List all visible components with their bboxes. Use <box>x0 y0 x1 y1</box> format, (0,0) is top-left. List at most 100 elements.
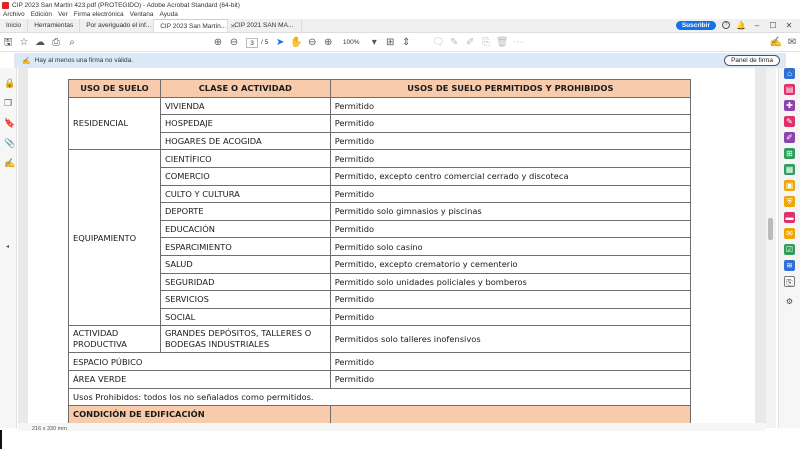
signature-panel-button[interactable]: Panel de firma <box>724 55 780 66</box>
upload-cloud-icon[interactable]: ☁ <box>32 34 48 52</box>
section-header-empty-cell <box>329 405 692 423</box>
tab-document-1[interactable]: Por averiguado el inf... <box>80 19 155 32</box>
vertical-scrollbar[interactable] <box>766 68 776 428</box>
scan-ocr-icon[interactable]: ▣ <box>784 180 795 191</box>
tab-home[interactable]: Inicio <box>0 19 29 32</box>
fill-sign-icon[interactable]: ✍ <box>768 34 784 52</box>
signature-icon[interactable]: ✍ <box>4 158 15 169</box>
tab-tools[interactable]: Herramientas <box>28 19 81 32</box>
tab-document-3-label: CIP 2021 SAN MA... <box>234 22 294 29</box>
menu-archivo[interactable]: Archivo <box>3 11 25 18</box>
table-row: SERVICIOS Permitido <box>69 290 692 309</box>
activity-cell: SERVICIOS <box>159 290 331 309</box>
document-canvas[interactable]: USO DE SUELO CLASE O ACTIVIDAD USOS DE S… <box>18 68 766 423</box>
tab-document-3[interactable]: CIP 2021 SAN MA... <box>228 19 303 32</box>
scroll-mode-icon[interactable]: ⇕ <box>398 34 414 52</box>
signature-status-bar: ✍ Hay al menos una firma no válida. Pane… <box>14 53 786 68</box>
highlight-icon[interactable]: ✎ <box>446 34 462 52</box>
bookmark-star-icon[interactable]: ☆ <box>16 34 32 52</box>
category-cell: EQUIPAMIENTO <box>68 149 161 327</box>
acrobat-logo-icon <box>2 1 9 9</box>
fit-page-icon[interactable]: ⊞ <box>382 34 398 52</box>
table-row: ACTIVIDAD PRODUCTIVA GRANDES DEPÓSITOS, … <box>68 325 692 354</box>
zoom-out-icon[interactable]: ⊖ <box>304 34 320 52</box>
maximize-icon[interactable]: ☐ <box>768 21 778 30</box>
category-cell: ÁREA VERDE <box>68 369 331 389</box>
stamp-icon[interactable]: ⎘ <box>478 34 494 52</box>
activity-cell: EDUCACIÓN <box>159 219 331 239</box>
bookmark-icon[interactable]: 🔖 <box>4 118 15 129</box>
main-toolbar: 🖫 ☆ ☁ ⎙ ⌕ ⊕ ⊖ 3 / 5 ➤ ✋ ⊖ ⊕ 100% ▾ ⊞ ⇕ 🗨… <box>0 34 800 52</box>
export-pdf-icon[interactable]: ▤ <box>784 84 795 95</box>
edit-pdf-icon[interactable]: ✎ <box>784 116 795 127</box>
title-bar: CIP 2023 San Martín 423.pdf (PROTEGIDO) … <box>0 0 800 10</box>
zoom-level[interactable]: 100% <box>336 39 366 46</box>
table-row: SOCIAL Permitido <box>69 307 692 327</box>
activity-cell: SEGURIDAD <box>159 272 331 292</box>
more-tools-icon[interactable]: ⋯ <box>510 34 526 52</box>
scrollbar-thumb[interactable] <box>768 218 773 240</box>
chevron-down-icon[interactable]: ▾ <box>366 34 382 52</box>
activity-cell: COMERCIO <box>159 166 331 186</box>
tab-document-2[interactable]: CIP 2023 San Martín... ✕ <box>154 19 235 32</box>
window-close-icon[interactable]: ✕ <box>784 21 794 30</box>
subscribe-button[interactable]: Suscribir <box>675 20 716 30</box>
attachment-icon[interactable]: 📎 <box>4 138 15 149</box>
select-cursor-icon[interactable]: ➤ <box>272 34 288 52</box>
next-page-icon[interactable]: ⊖ <box>226 34 242 52</box>
use-cell: Permitido <box>329 149 692 168</box>
hand-tool-icon[interactable]: ✋ <box>288 34 304 52</box>
email-icon[interactable]: ✉ <box>784 34 800 52</box>
section-header-cell: CONDICIÓN DE EDIFICACIÓN <box>68 405 331 423</box>
activity-cell: CIENTÍFICO <box>159 149 331 168</box>
notification-bell-icon[interactable]: 🔔 <box>736 21 746 30</box>
print-icon[interactable]: ⎙ <box>48 34 64 52</box>
pdf-page: USO DE SUELO CLASE O ACTIVIDAD USOS DE S… <box>28 68 755 423</box>
organize-pages-icon[interactable]: ▦ <box>784 164 795 175</box>
search-icon[interactable]: ⌕ <box>64 34 80 52</box>
create-pdf-icon[interactable]: ✚ <box>784 100 795 111</box>
right-tools-rail: ⌂ ▤ ✚ ✎ ✐ ⊞ ▦ ▣ ⛨ ▬ ✉ ☑ ≋ ⎘ ⚙ <box>778 68 800 428</box>
help-icon[interactable]: ? <box>722 21 730 29</box>
minimize-icon[interactable]: – <box>752 21 762 30</box>
comment-icon[interactable]: 🗨 <box>430 34 446 52</box>
status-bar: 216 x 330 mm <box>18 423 766 432</box>
use-cell: Permitido <box>329 219 692 239</box>
use-cell: Permitido, excepto centro comercial cerr… <box>329 166 692 186</box>
save-icon[interactable]: 🖫 <box>0 34 16 52</box>
use-cell: Permitido <box>329 96 692 116</box>
page-number-input[interactable]: 3 <box>246 37 258 48</box>
category-cell: ESPACIO PÚBICO <box>68 352 331 371</box>
all-tools-icon[interactable]: ⌂ <box>784 68 795 79</box>
lock-icon[interactable]: 🔒 <box>4 78 15 89</box>
stamp-tool-icon[interactable]: ⎘ <box>784 276 795 287</box>
combine-files-icon[interactable]: ⊞ <box>784 148 795 159</box>
table-row: RESIDENCIAL VIVIENDA Permitido <box>68 96 692 151</box>
use-cell: Permitido <box>329 114 692 133</box>
comment-tool-icon[interactable]: ✐ <box>784 132 795 143</box>
menu-firma-electronica[interactable]: Firma electrónica <box>74 11 124 18</box>
collapse-left-icon[interactable]: ◂ <box>6 243 9 250</box>
table-row: ESPACIO PÚBICO Permitido <box>68 352 692 371</box>
use-cell: Permitido <box>329 369 692 389</box>
protect-icon[interactable]: ⛨ <box>784 196 795 207</box>
pages-icon[interactable]: ❐ <box>4 98 12 109</box>
menu-ayuda[interactable]: Ayuda <box>160 11 178 18</box>
draw-icon[interactable]: ✐ <box>462 34 478 52</box>
delete-icon[interactable]: 🗑 <box>494 34 510 52</box>
window-title: CIP 2023 San Martín 423.pdf (PROTEGIDO) … <box>12 1 240 9</box>
activity-cell: SALUD <box>159 254 331 274</box>
zoom-in-icon[interactable]: ⊕ <box>320 34 336 52</box>
tab-tools-label: Herramientas <box>34 22 74 29</box>
menu-edicion[interactable]: Edición <box>31 11 52 18</box>
compare-icon[interactable]: ≋ <box>784 260 795 271</box>
previous-page-icon[interactable]: ⊕ <box>210 34 226 52</box>
tab-bar: Inicio Herramientas Por averiguado el in… <box>0 19 800 33</box>
menu-ver[interactable]: Ver <box>58 11 68 18</box>
redact-icon[interactable]: ▬ <box>784 212 795 223</box>
comment-bubble-icon[interactable]: ✉ <box>784 228 795 239</box>
more-tools-wrench-icon[interactable]: ⚙ <box>784 296 795 307</box>
menu-ventana[interactable]: Ventana <box>130 11 154 18</box>
fill-form-icon[interactable]: ☑ <box>784 244 795 255</box>
use-cell: Permitido, excepto crematorio y cementer… <box>329 254 692 274</box>
